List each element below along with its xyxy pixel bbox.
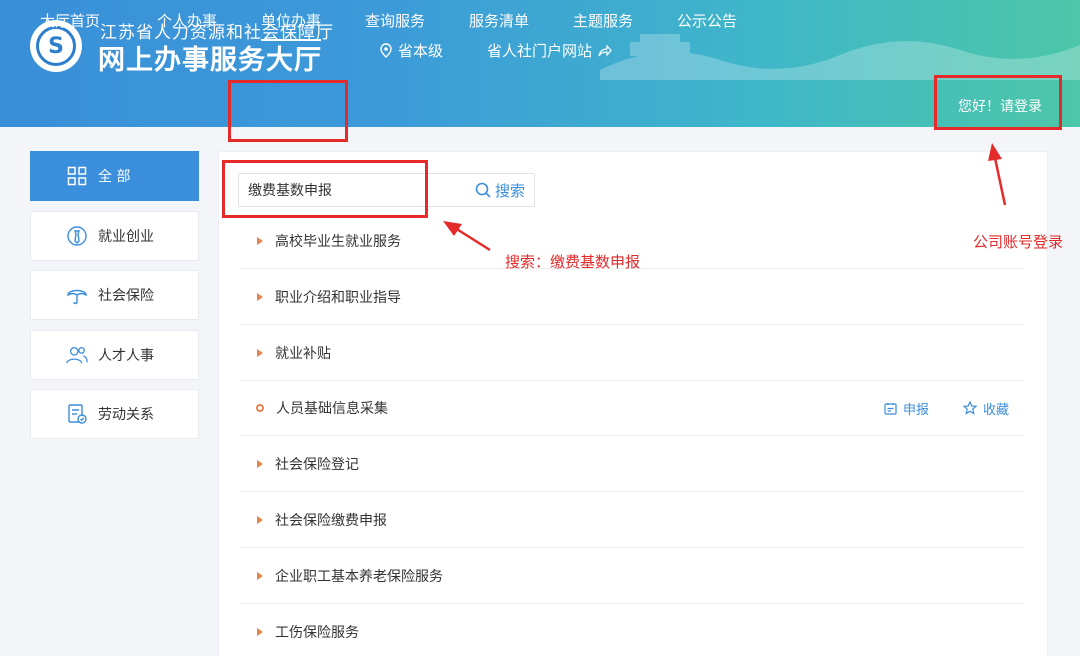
- annotation-arrows: [443, 143, 1007, 252]
- login-annotation: 公司账号登录: [973, 233, 1064, 251]
- arrow-to-search: [443, 221, 491, 252]
- search-annotation: 搜索：缴费基数申报: [505, 253, 641, 271]
- arrow-to-login: [988, 143, 1007, 206]
